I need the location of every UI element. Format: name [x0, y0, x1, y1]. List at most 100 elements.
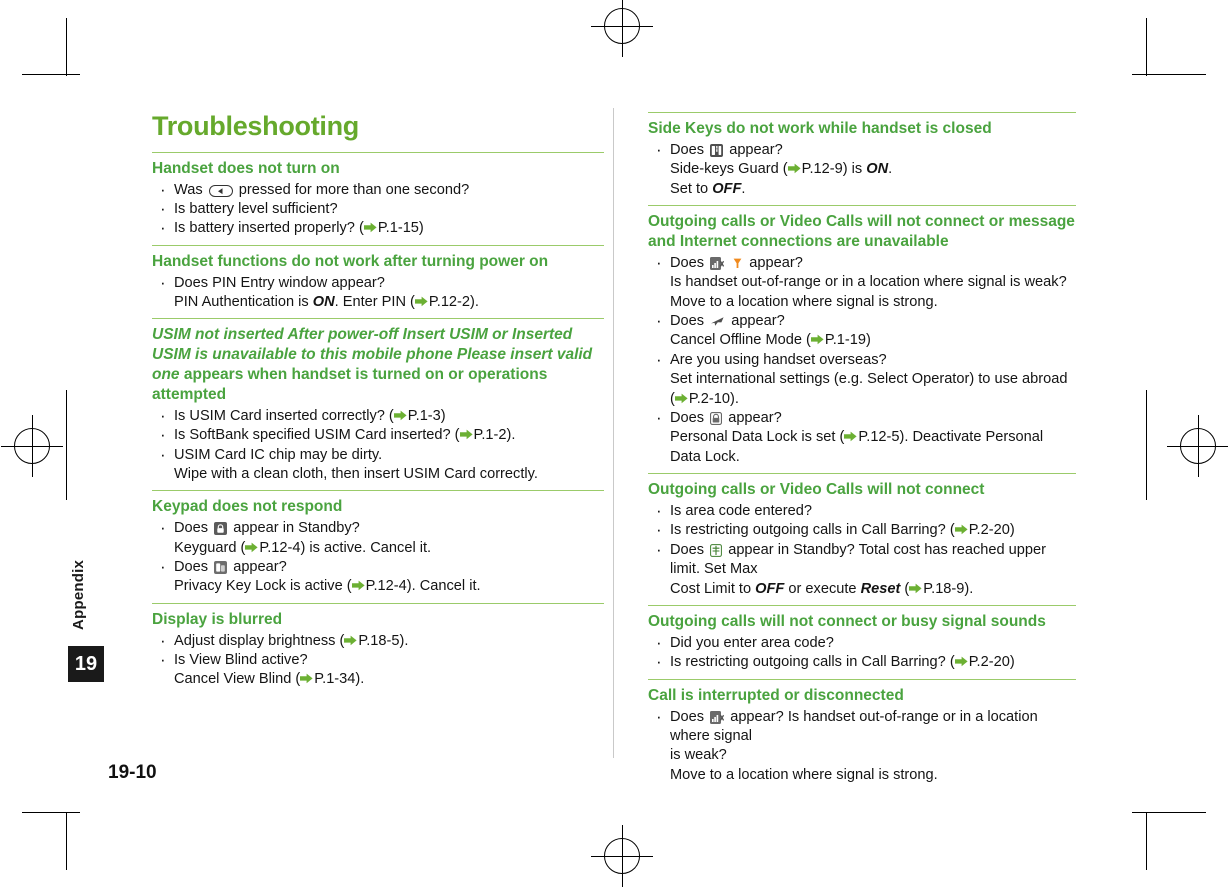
section-usim-not-inserted: USIM not inserted After power-off Insert… — [152, 318, 604, 484]
section-rule — [648, 473, 1076, 475]
item-text: Does — [174, 520, 209, 537]
section-rule — [152, 318, 604, 320]
section-rule — [648, 678, 1076, 680]
page-reference-arrow-icon — [844, 431, 858, 442]
section-heading: Outgoing calls will not connect or busy … — [648, 613, 1046, 631]
page-reference-arrow-icon — [300, 673, 313, 684]
item-text: PIN Authentication is — [174, 293, 313, 310]
item-text: appear? — [233, 558, 287, 575]
item-text: . Cancel it. — [411, 578, 481, 595]
section-outgoing-calls-or-video-calls: Outgoing calls or Video Calls will not c… — [648, 473, 1076, 599]
page-reference-text: P.1-19) — [824, 332, 871, 349]
section-side-keys-do-not-work: Side Keys do not work while handset is c… — [648, 112, 1076, 199]
value-reset: Reset — [860, 580, 901, 597]
out-of-range-icon — [710, 710, 725, 724]
item-text: Side-keys Guard ( — [670, 161, 788, 178]
item-text: is active. Cancel it. — [305, 539, 432, 556]
item-text: Cost Limit to — [670, 580, 756, 597]
page-reference: P.18-9). — [909, 580, 973, 599]
section-display-is-blurred: Display is blurred Adjust display bright… — [152, 602, 604, 690]
section-item-list: Does PIN Entry window appear? PIN Authen… — [152, 272, 604, 313]
page-reference-arrow-icon — [954, 656, 968, 667]
section-rule — [648, 605, 1076, 607]
page-reference-arrow-icon — [393, 410, 407, 421]
item-text: Does — [670, 312, 705, 329]
manual-page: Troubleshooting Handset does not turn on… — [0, 0, 1228, 886]
item-text: Does — [670, 541, 705, 558]
section-item-list: Does appear? Side-keys Guard (P.12-9) is… — [648, 139, 1076, 199]
page-reference: P.1-34). — [300, 670, 364, 689]
page-number: 19-10 — [108, 762, 157, 783]
item-text: USIM Card IC chip may be dirty. — [174, 446, 383, 463]
item-text: Is View Blind active? — [174, 652, 308, 668]
section-outgoing-calls-busy-signal: Outgoing calls will not connect or busy … — [648, 605, 1076, 674]
column-divider — [613, 108, 614, 758]
page-reference-arrow-icon — [674, 393, 688, 404]
section-heading: Side Keys do not work while handset is c… — [648, 120, 992, 137]
section-item-list: Does appear? Is handset out-of-range or … — [648, 252, 1076, 467]
section-rule — [648, 205, 1076, 207]
page-reference: P.1-19) — [810, 331, 871, 350]
item-text: Keyguard ( — [174, 539, 246, 556]
section-rule — [648, 112, 1076, 113]
section-item-list: Is area code entered? Is restricting out… — [648, 500, 1076, 599]
item-text: appear in Standby? Total cost has reache… — [670, 541, 1046, 578]
list-item: Are you using handset overseas? Set inte… — [648, 349, 1076, 409]
item-text: Is restricting outgoing calls in Call Ba… — [670, 522, 955, 539]
item-text: or execute — [784, 580, 861, 597]
page-reference-arrow-icon — [414, 296, 428, 307]
section-heading-normal-part: appears when handset is turned on or ope… — [152, 366, 548, 403]
page-reference-arrow-icon — [363, 222, 377, 233]
list-item: Does appear? Cancel Offline Mode (P.1-19… — [648, 310, 1076, 351]
section-item-list: Adjust display brightness (P.18-5). Is V… — [152, 630, 604, 690]
page-reference-text: P.18-9). — [923, 580, 974, 597]
list-item: Does appear in Standby? Total cost has r… — [648, 539, 1076, 599]
keyguard-lock-icon — [214, 522, 228, 536]
list-item: Is restricting outgoing calls in Call Ba… — [648, 519, 1076, 542]
page-reference-text: P.1-15) — [377, 220, 424, 237]
page-reference-text: P.12-9) — [801, 161, 848, 178]
page-reference-arrow-icon — [909, 583, 922, 594]
list-item: Is area code entered? — [648, 500, 1076, 523]
page-reference-arrow-icon — [459, 429, 473, 440]
value-on: ON — [866, 161, 889, 178]
list-item: Is View Blind active? Cancel View Blind … — [152, 649, 604, 690]
section-rule — [152, 490, 604, 492]
section-item-list: Was pressed for more than one second? Is… — [152, 178, 604, 240]
list-item: Is USIM Card inserted correctly? (P.1-3) — [152, 405, 604, 428]
chapter-number: 19 — [68, 646, 104, 682]
item-text: Is area code entered? — [670, 503, 812, 519]
item-text: pressed for more than one second? — [238, 181, 470, 198]
section-heading: USIM not inserted After power-off Insert… — [152, 325, 604, 404]
page-reference-text: P.1-3) — [407, 407, 446, 424]
page-reference: P.2-10). — [674, 390, 739, 409]
section-heading: Outgoing calls or Video Calls will not c… — [648, 481, 985, 499]
list-item: Does appear? Privacy Key Lock is active … — [152, 556, 604, 597]
section-rule — [152, 244, 604, 246]
list-item: Does appear? Is handset out-of-range or … — [648, 252, 1076, 312]
page-reference: P.12-4) — [245, 539, 305, 558]
page-reference: P.1-15) — [363, 219, 424, 238]
privacy-key-lock-icon — [214, 560, 228, 574]
max-cost-limit-icon — [710, 543, 723, 557]
list-item: Does appear? Is handset out-of-range or … — [648, 706, 1076, 786]
item-text: Is handset out-of-range or in a location… — [670, 274, 1067, 291]
item-text: Are you using handset overseas? — [670, 351, 887, 368]
section-outgoing-calls-or-video-calls-internet: Outgoing calls or Video Calls will not c… — [648, 205, 1076, 467]
section-keypad-does-not-respond: Keypad does not respond Does appear in S… — [152, 490, 604, 596]
side-keys-guard-icon — [710, 143, 724, 157]
list-item: Was pressed for more than one second? — [152, 178, 604, 201]
section-item-list: Did you enter area code? Is restricting … — [648, 632, 1076, 674]
page-title: Troubleshooting — [152, 111, 359, 141]
list-item: Does appear? Personal Data Lock is set (… — [648, 407, 1076, 467]
item-text: is weak? — [670, 747, 727, 764]
section-item-list: Does appear in Standby? Keyguard (P.12-4… — [152, 517, 604, 597]
item-text: Did you enter area code? — [670, 634, 834, 651]
item-text: Is battery level sufficient? — [174, 200, 338, 217]
item-text: . — [888, 161, 893, 178]
page-reference-text: P.1-34). — [314, 671, 365, 688]
item-text: Is battery inserted properly? ( — [174, 220, 364, 237]
section-handset-functions-do-not-work: Handset functions do not work after turn… — [152, 244, 604, 313]
item-text: appear? — [731, 312, 785, 329]
section-rule — [152, 602, 604, 604]
